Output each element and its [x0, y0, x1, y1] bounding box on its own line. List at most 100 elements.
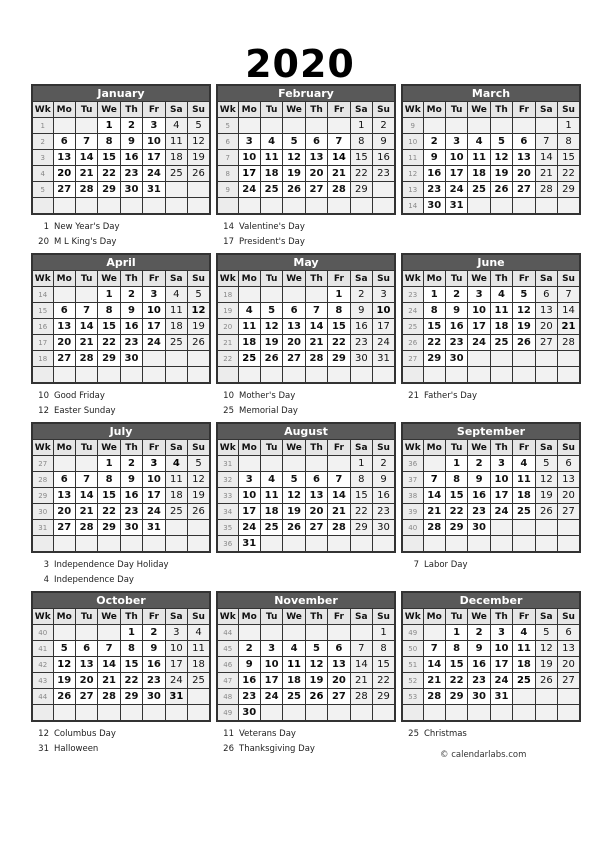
- day-cell[interactable]: 24: [489, 503, 514, 520]
- day-cell[interactable]: 9: [467, 640, 491, 657]
- day-cell[interactable]: 6: [52, 302, 76, 319]
- day-cell[interactable]: 27: [557, 503, 581, 520]
- day-cell[interactable]: 2: [119, 455, 144, 472]
- day-cell[interactable]: 30: [467, 519, 491, 536]
- day-cell[interactable]: 21: [422, 503, 446, 520]
- day-cell[interactable]: 22: [97, 503, 121, 520]
- day-cell[interactable]: 23: [119, 334, 144, 351]
- day-cell[interactable]: 26: [282, 519, 306, 536]
- day-cell[interactable]: 24: [142, 165, 166, 182]
- day-cell[interactable]: 28: [304, 350, 329, 367]
- day-cell[interactable]: 9: [119, 471, 144, 488]
- day-cell[interactable]: 8: [327, 302, 351, 319]
- day-cell[interactable]: 28: [327, 519, 351, 536]
- day-cell[interactable]: 20: [304, 503, 329, 520]
- day-cell[interactable]: 12: [282, 149, 306, 166]
- day-cell[interactable]: 3: [467, 286, 491, 303]
- day-cell[interactable]: 16: [372, 487, 396, 504]
- day-cell[interactable]: 1: [372, 624, 396, 641]
- day-cell[interactable]: 23: [372, 165, 396, 182]
- day-cell[interactable]: 26: [512, 334, 536, 351]
- day-cell[interactable]: 23: [142, 672, 166, 689]
- day-cell[interactable]: 2: [372, 117, 396, 134]
- day-cell[interactable]: 18: [489, 318, 514, 335]
- day-cell[interactable]: 27: [512, 181, 536, 198]
- day-cell[interactable]: 25: [164, 165, 189, 182]
- day-cell[interactable]: 15: [349, 487, 374, 504]
- day-cell[interactable]: 11: [164, 471, 189, 488]
- day-cell[interactable]: 23: [467, 503, 491, 520]
- day-cell[interactable]: 8: [422, 302, 446, 319]
- day-cell[interactable]: 11: [282, 656, 306, 673]
- day-cell[interactable]: 30: [119, 519, 144, 536]
- day-cell[interactable]: 11: [164, 302, 189, 319]
- day-cell[interactable]: 23: [467, 672, 491, 689]
- day-cell[interactable]: 9: [237, 656, 261, 673]
- day-cell[interactable]: 10: [237, 149, 261, 166]
- day-cell[interactable]: 27: [304, 181, 329, 198]
- day-cell[interactable]: 16: [142, 656, 166, 673]
- day-cell[interactable]: 8: [97, 133, 121, 150]
- day-cell[interactable]: 17: [467, 318, 491, 335]
- day-cell[interactable]: 24: [237, 519, 261, 536]
- day-cell[interactable]: 7: [327, 471, 351, 488]
- day-cell[interactable]: 15: [557, 149, 581, 166]
- day-cell[interactable]: 18: [259, 503, 284, 520]
- day-cell[interactable]: 10: [489, 640, 514, 657]
- day-cell[interactable]: 9: [349, 302, 374, 319]
- day-cell[interactable]: 1: [444, 455, 469, 472]
- day-cell[interactable]: 16: [422, 165, 446, 182]
- day-cell[interactable]: 13: [534, 302, 559, 319]
- day-cell[interactable]: 6: [282, 302, 306, 319]
- day-cell[interactable]: 31: [164, 688, 189, 705]
- day-cell[interactable]: 17: [142, 149, 166, 166]
- day-cell[interactable]: 20: [557, 656, 581, 673]
- day-cell[interactable]: 14: [74, 149, 99, 166]
- day-cell[interactable]: 16: [467, 656, 491, 673]
- day-cell[interactable]: 11: [187, 640, 211, 657]
- day-cell[interactable]: 26: [304, 688, 329, 705]
- day-cell[interactable]: 22: [327, 334, 351, 351]
- day-cell[interactable]: 31: [372, 350, 396, 367]
- day-cell[interactable]: 4: [164, 117, 189, 134]
- day-cell[interactable]: 16: [444, 318, 469, 335]
- day-cell[interactable]: 5: [304, 640, 329, 657]
- day-cell[interactable]: 15: [444, 487, 469, 504]
- day-cell[interactable]: 1: [327, 286, 351, 303]
- day-cell[interactable]: 22: [444, 503, 469, 520]
- day-cell[interactable]: 28: [422, 519, 446, 536]
- day-cell[interactable]: 8: [372, 640, 396, 657]
- day-cell[interactable]: 24: [444, 181, 469, 198]
- day-cell[interactable]: 9: [444, 302, 469, 319]
- credit-text[interactable]: © calendarlabs.com: [440, 750, 526, 760]
- day-cell[interactable]: 19: [534, 656, 559, 673]
- day-cell[interactable]: 28: [74, 181, 99, 198]
- day-cell[interactable]: 15: [372, 656, 396, 673]
- day-cell[interactable]: 1: [349, 117, 374, 134]
- day-cell[interactable]: 20: [52, 503, 76, 520]
- day-cell[interactable]: 8: [444, 471, 469, 488]
- day-cell[interactable]: 13: [327, 656, 351, 673]
- day-cell[interactable]: 25: [259, 181, 284, 198]
- day-cell[interactable]: 25: [164, 334, 189, 351]
- day-cell[interactable]: 14: [97, 656, 121, 673]
- day-cell[interactable]: 24: [237, 181, 261, 198]
- day-cell[interactable]: 31: [237, 535, 261, 553]
- day-cell[interactable]: 10: [444, 149, 469, 166]
- day-cell[interactable]: 4: [259, 133, 284, 150]
- day-cell[interactable]: 18: [164, 149, 189, 166]
- day-cell[interactable]: 25: [512, 672, 536, 689]
- day-cell[interactable]: 3: [489, 624, 514, 641]
- day-cell[interactable]: 5: [534, 624, 559, 641]
- day-cell[interactable]: 20: [282, 334, 306, 351]
- day-cell[interactable]: 27: [557, 672, 581, 689]
- day-cell[interactable]: 24: [164, 672, 189, 689]
- day-cell[interactable]: 29: [349, 181, 374, 198]
- day-cell[interactable]: 11: [489, 302, 514, 319]
- day-cell[interactable]: 21: [327, 503, 351, 520]
- day-cell[interactable]: 2: [237, 640, 261, 657]
- day-cell[interactable]: 5: [282, 133, 306, 150]
- day-cell[interactable]: 18: [512, 487, 536, 504]
- day-cell[interactable]: 4: [164, 455, 189, 472]
- day-cell[interactable]: 6: [74, 640, 99, 657]
